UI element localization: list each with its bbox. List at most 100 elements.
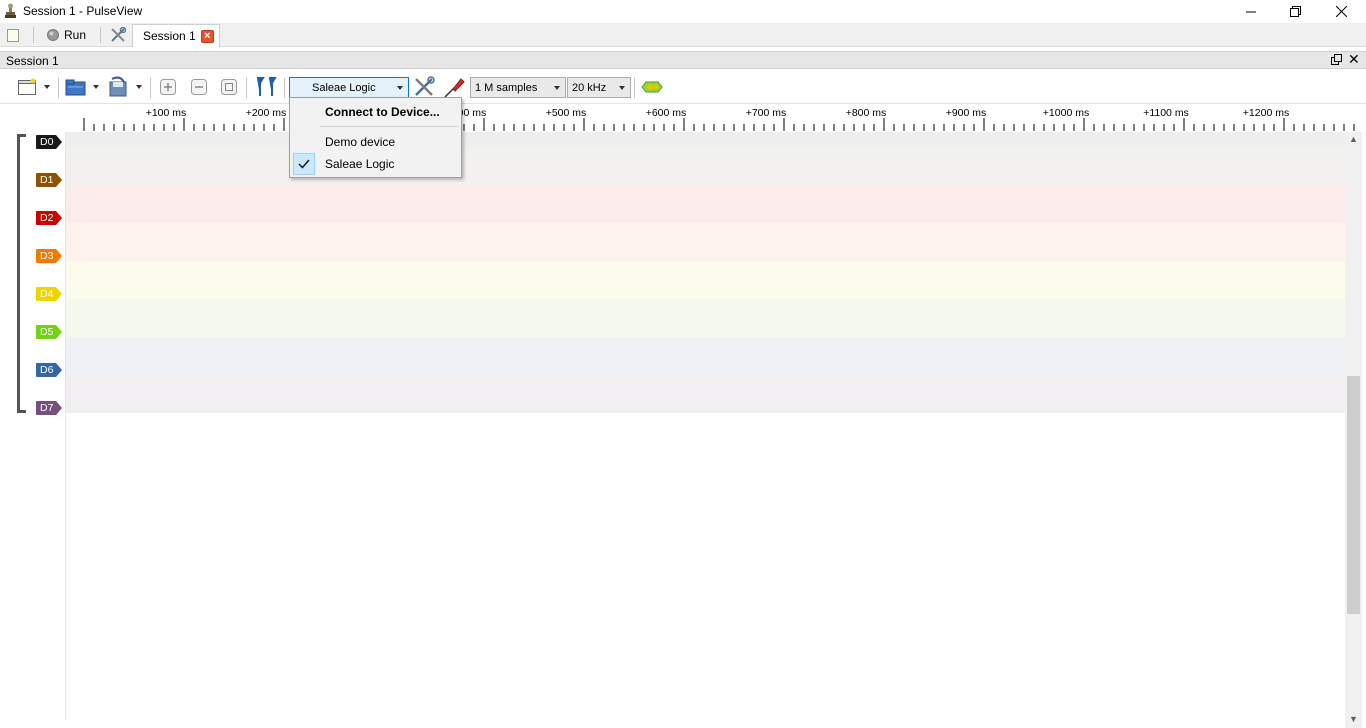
channel-label-d3[interactable]: D3 <box>36 249 63 263</box>
save-button[interactable] <box>106 76 142 98</box>
channel-name: D6 <box>36 363 57 377</box>
menu-separator <box>320 126 458 127</box>
session-tab-label: Session 1 <box>143 29 196 43</box>
zoom-out-button[interactable] <box>189 76 209 98</box>
minimize-button[interactable] <box>1228 0 1274 23</box>
trace-lane-d5[interactable] <box>66 299 1345 337</box>
trace-lane-d1[interactable] <box>66 147 1345 185</box>
sample-count-value: 1 M samples <box>475 81 538 94</box>
new-document-icon <box>7 28 19 42</box>
channel-arrow-icon <box>56 287 63 301</box>
channel-label-d2[interactable]: D2 <box>36 211 63 225</box>
tools-icon <box>111 27 126 42</box>
toolbar-separator <box>33 27 34 43</box>
channel-arrow-icon <box>56 325 63 339</box>
main-tab-bar: Run Session 1 × <box>0 23 1366 47</box>
menu-item-label: Connect to Device... <box>325 105 440 119</box>
chevron-down-icon[interactable] <box>136 85 142 89</box>
trace-lane-d4[interactable] <box>66 261 1345 299</box>
channel-label-d6[interactable]: D6 <box>36 363 63 377</box>
ruler-tick-label: +500 ms <box>545 107 587 119</box>
tab-session-1[interactable]: Session 1 × <box>132 24 220 47</box>
chevron-down-icon[interactable] <box>44 85 50 89</box>
channel-label-d0[interactable]: D0 <box>36 135 63 149</box>
menu-item-saleae-logic[interactable]: Saleae Logic <box>292 153 459 175</box>
time-ruler[interactable]: +100 ms+200 ms+300 ms+400 ms+500 ms+600 … <box>66 104 1362 132</box>
chevron-down-icon[interactable] <box>397 86 403 90</box>
close-dock-icon[interactable]: ✕ <box>1348 51 1360 68</box>
scrollbar-thumb[interactable] <box>1347 376 1360 614</box>
channel-name: D4 <box>36 287 57 301</box>
channel-arrow-icon <box>56 363 63 377</box>
vertical-scrollbar[interactable]: ▲ ▼ <box>1345 132 1362 728</box>
menu-item-connect-to-device[interactable]: Connect to Device... <box>292 101 459 123</box>
channel-label-d1[interactable]: D1 <box>36 173 63 187</box>
close-tab-icon[interactable]: × <box>200 29 214 43</box>
zoom-in-icon <box>160 79 176 95</box>
menu-item-demo-device[interactable]: Demo device <box>292 131 459 153</box>
toolbar-separator <box>246 78 247 98</box>
samplerate-selector[interactable]: 20 kHz <box>567 77 631 98</box>
device-selector-value: Saleae Logic <box>312 81 376 94</box>
trace-lane-d7[interactable] <box>66 375 1345 413</box>
channel-label-d5[interactable]: D5 <box>36 325 63 339</box>
settings-button[interactable] <box>110 25 126 45</box>
scroll-up-icon[interactable]: ▲ <box>1349 134 1358 144</box>
probes-button[interactable] <box>443 76 465 98</box>
session-toolbar: Saleae Logic 1 M samples 20 kHz <box>0 70 1366 104</box>
run-label: Run <box>64 28 87 42</box>
window-title: Session 1 - PulseView <box>23 4 143 18</box>
dock-title: Session 1 <box>6 54 59 68</box>
channel-name: D5 <box>36 325 57 339</box>
channel-name: D3 <box>36 249 57 263</box>
add-decoder-button[interactable] <box>640 76 664 98</box>
cursor-markers-icon <box>257 77 277 96</box>
configure-device-button[interactable] <box>413 76 435 98</box>
new-session-button[interactable] <box>16 76 50 98</box>
channel-name: D2 <box>36 211 57 225</box>
trace-lane-d0[interactable] <box>66 132 1345 147</box>
ruler-tick-label: +600 ms <box>645 107 687 119</box>
trace-view[interactable] <box>66 132 1345 720</box>
save-icon <box>109 76 127 97</box>
trace-lane-d2[interactable] <box>66 185 1345 223</box>
device-selector[interactable]: Saleae Logic <box>289 77 409 98</box>
device-dropdown-menu: Connect to Device... Demo device Saleae … <box>289 97 462 178</box>
trace-header-column: D0 D1 D2 D3 D4 D5 D6 D7 <box>0 132 66 720</box>
toolbar-separator <box>58 78 59 98</box>
ruler-tick-label: +1100 ms <box>1143 107 1189 119</box>
title-bar: Session 1 - PulseView <box>0 0 1366 23</box>
new-view-button[interactable] <box>6 25 20 45</box>
ruler-tick-label: +1200 ms <box>1242 107 1290 119</box>
trace-lane-d6[interactable] <box>66 337 1345 375</box>
ruler-tick-label: +900 ms <box>945 107 987 119</box>
probe-icon <box>444 78 465 98</box>
restore-icon <box>1289 6 1301 17</box>
open-button[interactable] <box>64 76 99 98</box>
close-window-button[interactable] <box>1318 0 1364 23</box>
ruler-tick-label: +800 ms <box>845 107 887 119</box>
zoom-in-button[interactable] <box>158 76 178 98</box>
checkmark-icon <box>293 153 315 175</box>
open-folder-icon <box>65 79 86 96</box>
protocol-decoder-icon <box>641 81 663 93</box>
zoom-out-icon <box>191 79 207 95</box>
new-file-icon <box>18 78 36 95</box>
cursors-button[interactable] <box>254 76 278 98</box>
scroll-down-icon[interactable]: ▼ <box>1349 714 1358 724</box>
toolbar-separator <box>100 27 101 43</box>
channel-label-d7[interactable]: D7 <box>36 401 63 415</box>
chevron-down-icon[interactable] <box>554 86 560 90</box>
restore-button[interactable] <box>1272 0 1318 23</box>
menu-item-label: Demo device <box>325 135 396 149</box>
sample-count-selector[interactable]: 1 M samples <box>470 77 566 98</box>
channel-label-d4[interactable]: D4 <box>36 287 63 301</box>
run-button[interactable]: Run <box>46 25 86 45</box>
pulseview-app-icon <box>5 3 16 18</box>
chevron-down-icon[interactable] <box>619 86 625 90</box>
trace-lane-d3[interactable] <box>66 223 1345 261</box>
float-dock-icon[interactable] <box>1331 54 1342 65</box>
chevron-down-icon[interactable] <box>93 85 99 89</box>
ruler-tick-label: +1000 ms <box>1042 107 1090 119</box>
zoom-fit-button[interactable] <box>219 76 239 98</box>
